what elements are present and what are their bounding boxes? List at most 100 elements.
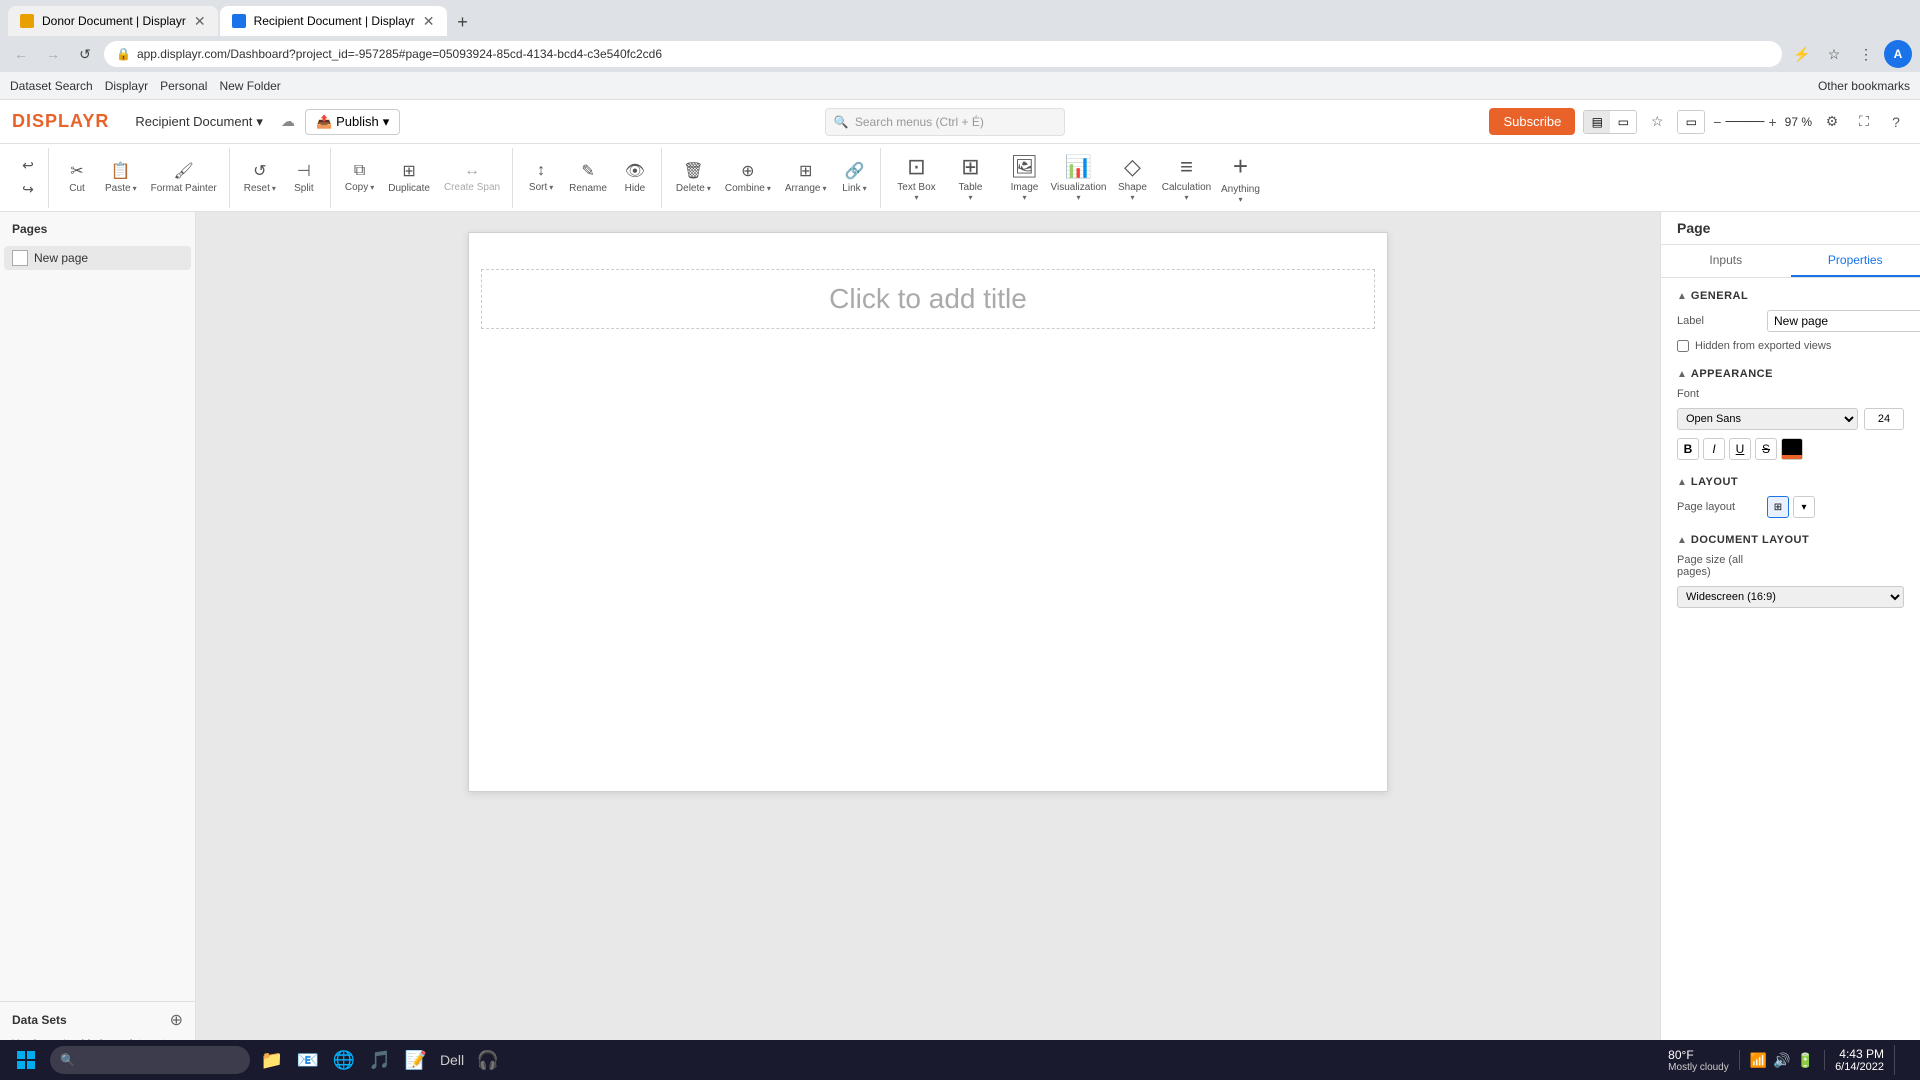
subscribe-button[interactable]: Subscribe xyxy=(1489,108,1575,135)
taskbar-app-files[interactable]: 📁 xyxy=(256,1044,288,1076)
sort-dropdown-arrow[interactable]: ▾ xyxy=(549,183,553,192)
taskbar-app-music[interactable]: 🎵 xyxy=(364,1044,396,1076)
settings-icon[interactable]: ⚙ xyxy=(1820,110,1844,134)
tab-donor[interactable]: Donor Document | Displayr ✕ xyxy=(8,6,218,36)
format-painter-button[interactable]: 🖌 Format Painter xyxy=(145,152,223,204)
arrange-button[interactable]: ⊞ Arrange ▾ xyxy=(779,152,833,204)
redo-button[interactable]: ↪ xyxy=(14,179,42,201)
show-desktop-button[interactable] xyxy=(1894,1045,1912,1075)
taskbar-app-edge[interactable]: 🌐 xyxy=(328,1044,360,1076)
doc-layout-collapse-icon[interactable]: ▲ xyxy=(1677,535,1687,546)
publish-button[interactable]: 📤 Publish ▾ xyxy=(305,109,400,135)
font-select[interactable]: Open Sans xyxy=(1677,408,1858,430)
insert-anything-button[interactable]: + Anything ▾ xyxy=(1215,148,1265,208)
general-collapse-icon[interactable]: ▲ xyxy=(1677,291,1687,302)
help-icon[interactable]: ? xyxy=(1884,110,1908,134)
canvas[interactable]: Click to add title xyxy=(468,232,1388,792)
bookmark-icon[interactable]: ☆ xyxy=(1820,40,1848,68)
insert-shape-button[interactable]: ◇ Shape ▾ xyxy=(1107,148,1157,208)
frame-view-button[interactable]: ▭ xyxy=(1678,111,1704,133)
battery-icon[interactable]: 🔋 xyxy=(1797,1052,1814,1069)
new-tab-button[interactable]: + xyxy=(449,8,477,36)
star-icon[interactable]: ☆ xyxy=(1645,110,1669,134)
volume-icon[interactable]: 🔊 xyxy=(1773,1052,1790,1069)
taskbar-search[interactable]: 🔍 xyxy=(50,1046,250,1074)
search-box[interactable]: 🔍 Search menus (Ctrl + É) xyxy=(825,108,1065,136)
strikethrough-button[interactable]: S xyxy=(1755,438,1777,460)
font-size-input[interactable] xyxy=(1864,408,1904,430)
delete-dropdown-arrow[interactable]: ▾ xyxy=(707,184,711,193)
copy-dropdown-arrow[interactable]: ▾ xyxy=(370,183,374,192)
color-button[interactable] xyxy=(1781,438,1803,460)
hide-button[interactable]: 👁 Hide xyxy=(615,152,655,204)
profile-button[interactable]: A xyxy=(1884,40,1912,68)
zoom-plus-icon[interactable]: + xyxy=(1768,114,1776,130)
combine-dropdown-arrow[interactable]: ▾ xyxy=(767,184,771,193)
start-button[interactable] xyxy=(8,1042,44,1078)
italic-button[interactable]: I xyxy=(1703,438,1725,460)
network-icon[interactable]: 📶 xyxy=(1750,1052,1767,1069)
layout-dropdown-btn[interactable]: ▾ xyxy=(1793,496,1815,518)
taskbar-app-dell[interactable]: Dell xyxy=(436,1044,468,1076)
insert-textbox-button[interactable]: ⊡ Text Box ▾ xyxy=(891,148,941,208)
document-title-button[interactable]: Recipient Document ▾ xyxy=(127,110,271,134)
bookmark-personal[interactable]: Personal xyxy=(160,79,207,93)
fullscreen-icon[interactable]: ⛶ xyxy=(1852,110,1876,134)
forward-button[interactable]: → xyxy=(40,41,66,67)
duplicate-button[interactable]: ⊞ Duplicate xyxy=(382,152,436,204)
taskbar-app-notes[interactable]: 📝 xyxy=(400,1044,432,1076)
extensions-icon[interactable]: ⚡ xyxy=(1788,40,1816,68)
undo-button[interactable]: ↩ xyxy=(14,155,42,177)
taskbar-app-mail[interactable]: 📧 xyxy=(292,1044,324,1076)
address-bar[interactable]: 🔒 app.displayr.com/Dashboard?project_id=… xyxy=(104,41,1782,67)
tab-recipient[interactable]: Recipient Document | Displayr ✕ xyxy=(220,6,447,36)
link-button[interactable]: 🔗 Link ▾ xyxy=(834,152,874,204)
paste-dropdown-arrow[interactable]: ▾ xyxy=(133,184,137,193)
split-button[interactable]: ⊣ Split xyxy=(284,152,324,204)
label-field-input[interactable] xyxy=(1767,310,1920,332)
tab-close-donor[interactable]: ✕ xyxy=(194,13,206,30)
tab-close-recipient[interactable]: ✕ xyxy=(423,13,435,30)
page-size-select[interactable]: Widescreen (16:9) xyxy=(1677,586,1904,608)
link-dropdown-arrow[interactable]: ▾ xyxy=(863,184,867,193)
bookmark-new-folder[interactable]: New Folder xyxy=(219,79,280,93)
more-options-icon[interactable]: ⋮ xyxy=(1852,40,1880,68)
arrange-dropdown-arrow[interactable]: ▾ xyxy=(822,184,826,193)
back-button[interactable]: ← xyxy=(8,41,34,67)
bold-button[interactable]: B xyxy=(1677,438,1699,460)
canvas-title-placeholder[interactable]: Click to add title xyxy=(481,269,1375,329)
grid-view-button[interactable]: ▤ xyxy=(1584,111,1610,133)
hidden-checkbox[interactable] xyxy=(1677,340,1689,352)
insert-table-button[interactable]: ⊞ Table ▾ xyxy=(945,148,995,208)
taskbar-time[interactable]: 4:43 PM 6/14/2022 xyxy=(1835,1047,1884,1073)
insert-visualization-button[interactable]: 📊 Visualization ▾ xyxy=(1053,148,1103,208)
rename-button[interactable]: ✎ Rename xyxy=(563,152,613,204)
layout-icon-button[interactable]: ⊞ xyxy=(1767,496,1789,518)
insert-image-button[interactable]: 🖼 Image ▾ xyxy=(999,148,1049,208)
appearance-collapse-icon[interactable]: ▲ xyxy=(1677,369,1687,380)
canvas-area[interactable]: Click to add title xyxy=(196,212,1660,1080)
list-view-button[interactable]: ▭ xyxy=(1610,111,1636,133)
bookmark-dataset-search[interactable]: Dataset Search xyxy=(10,79,93,93)
reset-button[interactable]: ↺ Reset ▾ xyxy=(238,152,282,204)
taskbar-app-spotify[interactable]: 🎧 xyxy=(472,1044,504,1076)
cut-button[interactable]: ✂ Cut xyxy=(57,152,97,204)
reset-dropdown-arrow[interactable]: ▾ xyxy=(272,184,276,193)
tab-inputs[interactable]: Inputs xyxy=(1661,245,1791,277)
zoom-minus-icon[interactable]: − xyxy=(1713,114,1721,130)
reload-button[interactable]: ↺ xyxy=(72,41,98,67)
combine-button[interactable]: ⊕ Combine ▾ xyxy=(719,152,777,204)
bookmark-displayr[interactable]: Displayr xyxy=(105,79,148,93)
page-item[interactable]: New page xyxy=(4,246,191,270)
layout-collapse-icon[interactable]: ▲ xyxy=(1677,477,1687,488)
create-span-button[interactable]: ↔ Create Span xyxy=(438,152,506,204)
sort-button[interactable]: ↕ Sort ▾ xyxy=(521,152,561,204)
underline-button[interactable]: U xyxy=(1729,438,1751,460)
add-dataset-icon[interactable]: ⊕ xyxy=(170,1010,183,1030)
paste-button[interactable]: 📋 Paste ▾ xyxy=(99,152,143,204)
delete-button[interactable]: 🗑 Delete ▾ xyxy=(670,152,717,204)
copy-button[interactable]: ⧉ Copy ▾ xyxy=(339,152,380,204)
bookmark-other[interactable]: Other bookmarks xyxy=(1818,79,1910,93)
insert-calculation-button[interactable]: ≡ Calculation ▾ xyxy=(1161,148,1211,208)
tab-properties[interactable]: Properties xyxy=(1791,245,1920,277)
